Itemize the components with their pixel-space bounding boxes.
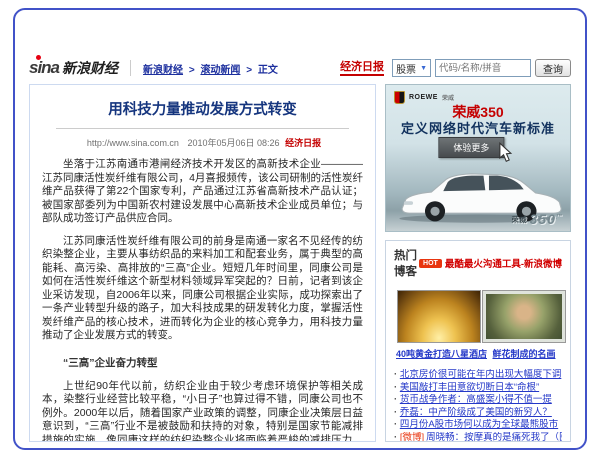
- blog-link[interactable]: 四月份A股市场何以成为全球最熊股市: [394, 419, 562, 432]
- page-frame: sina 新浪财经 新浪财经 > 滚动新闻 > 正文 经济日报 股票 ▼ 查询 …: [13, 8, 587, 450]
- blog-link[interactable]: 货币战争作者：高盛案小得不值一提: [394, 394, 562, 407]
- blog-link[interactable]: 乔磊：中产阶级成了美国的新穷人？: [394, 407, 562, 420]
- article-paragraph-3: 上世纪90年代以前，纺织企业由于较少考虑环境保护等相关成本，染整行业经营比较平稳…: [42, 380, 363, 443]
- thumb-caption[interactable]: 鲜花制成的名画: [482, 347, 566, 360]
- roewe-brand-cn: 荣威: [442, 93, 454, 102]
- article-title: 用科技力量推动发展方式转变: [40, 98, 365, 119]
- hot-blog-title: 热门博客: [394, 247, 419, 279]
- sina-brand-text: 新浪财经: [62, 58, 118, 78]
- stock-search: 股票 ▼ 查询: [392, 59, 571, 77]
- article-url: http://www.sina.com.cn: [87, 138, 179, 148]
- roewe-ad-banner[interactable]: ROEWE 荣威 荣威350 定义网络时代汽车新标准 体验更多: [385, 84, 571, 232]
- breadcrumb-separator: >: [246, 65, 252, 76]
- blog-thumb-flower-painting[interactable]: 鲜花制成的名画: [482, 290, 566, 360]
- article: 用科技力量推动发展方式转变 http://www.sina.com.cn 201…: [29, 84, 376, 442]
- title-divider: [56, 128, 349, 129]
- experience-more-button[interactable]: 体验更多: [438, 137, 504, 158]
- breadcrumb-separator: >: [189, 65, 195, 76]
- blog-thumb-gold-hotel[interactable]: 40吨黄金打造八星酒店: [396, 290, 482, 360]
- article-subtitle: “三高”企业奋力转型: [42, 355, 363, 370]
- blog-link[interactable]: 美国敲打丰田意欲切断日本“命根”: [394, 382, 562, 395]
- sidebar: ROEWE 荣威 荣威350 定义网络时代汽车新标准 体验更多: [385, 84, 571, 442]
- blog-thumbnails: 40吨黄金打造八星酒店 鲜花制成的名画: [394, 290, 562, 360]
- weibo-tag: [微博]: [400, 432, 424, 442]
- breadcrumb-link-finance[interactable]: 新浪财经: [143, 65, 183, 76]
- hot-blog-header: 热门博客 HOT 最酷最火沟通工具-新浪微博: [394, 247, 562, 279]
- stock-code-input[interactable]: [435, 59, 531, 77]
- thumb-caption[interactable]: 40吨黄金打造八星酒店: [396, 347, 482, 360]
- hot-blog-section: 热门博客 HOT 最酷最火沟通工具-新浪微博 40吨黄金打造八星酒店 鲜花制成的…: [385, 240, 571, 442]
- chevron-down-icon: ▼: [420, 65, 427, 72]
- blog-link-list: 北京房价很可能在年内出现大幅度下调 美国敲打丰田意欲切断日本“命根” 货币战争作…: [394, 369, 562, 442]
- ad-subheadline: 定义网络时代汽车新标准: [386, 118, 570, 137]
- roewe-brand-text: ROEWE: [409, 94, 438, 101]
- article-datetime: 2010年05月06日 08:26: [187, 138, 279, 148]
- stock-select-label: 股票: [396, 61, 416, 76]
- article-paragraph-1: 坐落于江苏南通市港闸经济技术开发区的高新技术企业————江苏同康活性炭纤维有限公…: [42, 158, 363, 226]
- top-bar: sina 新浪财经 新浪财经 > 滚动新闻 > 正文 经济日报 股票 ▼ 查询: [15, 54, 585, 82]
- hot-badge: HOT: [419, 259, 442, 268]
- sina-finance-logo[interactable]: sina 新浪财经: [29, 58, 118, 78]
- economic-daily-logo[interactable]: 经济日报: [340, 61, 384, 76]
- gold-hotel-image: [397, 290, 481, 343]
- paragraph-text: 上世纪90年代以前，纺织企业由于较少考虑环境保护等相关成本，染整行业经营比较平稳…: [42, 380, 363, 443]
- weibo-promo-link[interactable]: 最酷最火沟通工具-新浪微博: [445, 256, 562, 270]
- stock-type-select[interactable]: 股票 ▼: [392, 59, 431, 77]
- divider: [130, 60, 131, 76]
- blog-link[interactable]: [微博]周晓畅：按摩真的是痛死我了（图）: [394, 432, 562, 442]
- sina-logo-text: sina: [29, 58, 59, 78]
- breadcrumb: 新浪财经 > 滚动新闻 > 正文: [143, 61, 278, 76]
- blog-link[interactable]: 北京房价很可能在年内出现大幅度下调: [394, 369, 562, 382]
- article-paragraph-2: 江苏同康活性炭纤维有限公司的前身是南通一家名不见经传的纺织染整企业，主要从事纺织…: [42, 235, 363, 343]
- breadcrumb-link-rolling-news[interactable]: 滚动新闻: [200, 65, 240, 76]
- article-source-link[interactable]: 经济日报: [285, 138, 321, 148]
- roewe-350-watermark: 荣威350™: [512, 212, 563, 226]
- article-meta: http://www.sina.com.cn 2010年05月06日 08:26…: [40, 136, 365, 149]
- stock-query-button[interactable]: 查询: [535, 59, 571, 77]
- flower-painting-image: [482, 290, 566, 343]
- main-content: 用科技力量推动发展方式转变 http://www.sina.com.cn 201…: [29, 84, 571, 442]
- breadcrumb-current: 正文: [258, 65, 278, 76]
